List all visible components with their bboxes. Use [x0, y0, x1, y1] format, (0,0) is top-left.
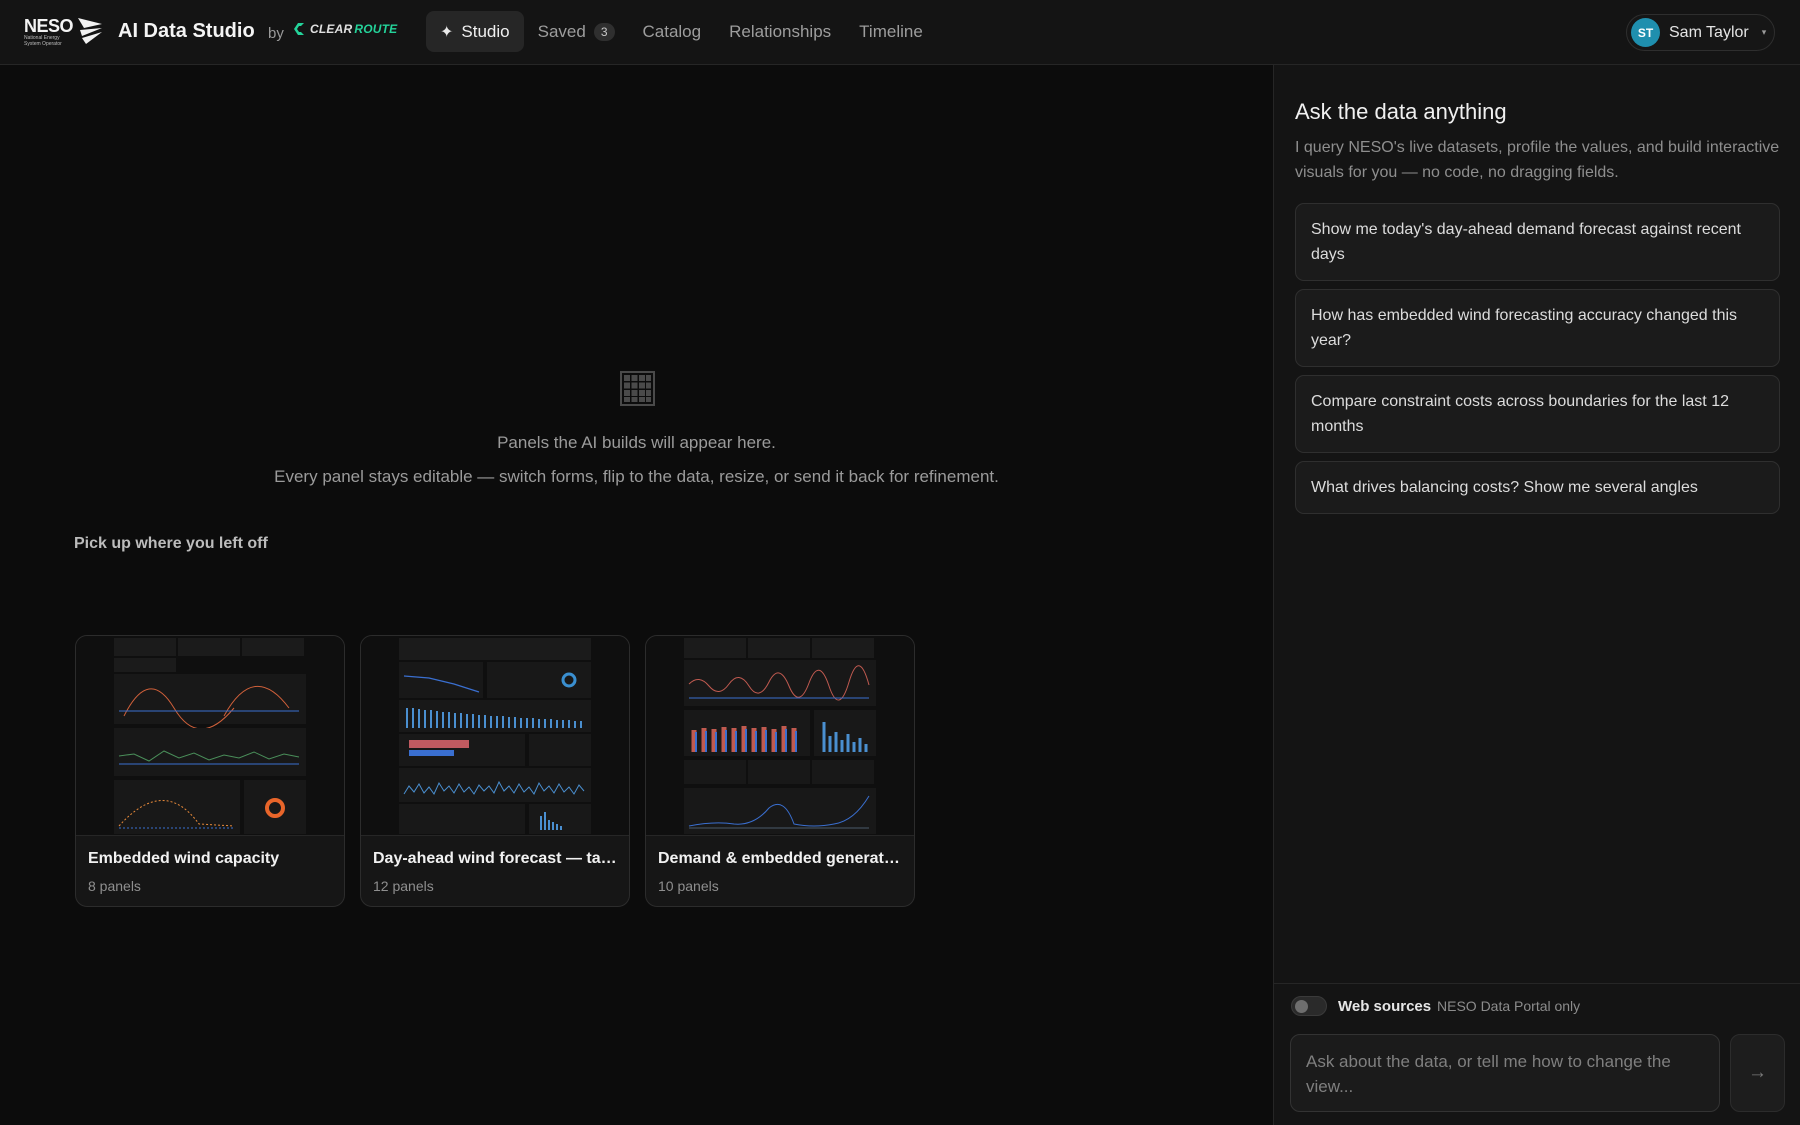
- top-bar: NESO National Energy System Operator AI …: [0, 0, 1800, 65]
- dashboard-thumbnail: [76, 636, 344, 836]
- chat-panel-description: I query NESO's live datasets, profile th…: [1295, 139, 1780, 181]
- saved-count-badge: 3: [593, 22, 615, 41]
- nav-tab-relationships[interactable]: Relationships: [715, 11, 845, 52]
- sparkle-icon: ✦: [440, 23, 454, 41]
- main-nav: ✦ Studio Saved 3 Catalog Relationships T…: [426, 11, 937, 52]
- arrow-right-icon: →: [1748, 1062, 1767, 1083]
- nav-tab-studio[interactable]: ✦ Studio: [426, 11, 524, 52]
- clearroute-text-part1: CLEAR: [310, 22, 353, 36]
- avatar: ST: [1631, 18, 1660, 47]
- recent-section-title: Pick up where you left off: [74, 535, 268, 552]
- dashboard-name: Demand & embedded generatio...: [658, 850, 904, 867]
- recent-dashboard-card[interactable]: Day-ahead wind forecast — targ... 12 pan…: [360, 635, 630, 907]
- studio-canvas: Panels the AI builds will appear here. E…: [0, 65, 1273, 1125]
- nav-tab-label: Saved: [537, 21, 586, 41]
- suggestion-button[interactable]: How has embedded wind forecasting accura…: [1295, 289, 1780, 367]
- panel-count: 8 panels: [88, 878, 141, 894]
- suggestion-button[interactable]: Compare constraint costs across boundari…: [1295, 375, 1780, 453]
- dashboard-thumbnail: [361, 636, 629, 836]
- empty-state-description: Every panel stays editable — switch form…: [274, 467, 999, 486]
- chat-panel: Ask the data anything I query NESO's liv…: [1273, 65, 1800, 1125]
- logo-wordmark: NESO: [24, 16, 74, 36]
- nav-tab-catalog[interactable]: Catalog: [629, 11, 716, 52]
- by-label: by: [268, 25, 284, 42]
- chat-panel-title: Ask the data anything: [1295, 99, 1507, 124]
- web-sources-toggle[interactable]: [1291, 996, 1327, 1016]
- user-menu-button[interactable]: ST Sam Taylor ▾: [1626, 14, 1775, 51]
- nav-tab-label: Relationships: [729, 21, 832, 41]
- suggestion-button[interactable]: What drives balancing costs? Show me sev…: [1295, 461, 1780, 514]
- nav-tab-timeline[interactable]: Timeline: [845, 11, 937, 52]
- clearroute-text-part2: ROUTE: [354, 22, 398, 36]
- nav-tab-label: Timeline: [859, 21, 923, 41]
- nav-tab-label: Catalog: [642, 21, 702, 41]
- flag-icon: [78, 18, 102, 44]
- nav-tab-saved[interactable]: Saved 3: [524, 11, 629, 52]
- chat-input[interactable]: Ask about the data, or tell me how to ch…: [1290, 1034, 1720, 1112]
- dashboard-name: Day-ahead wind forecast — targ...: [373, 850, 619, 867]
- clearroute-mark-icon: [294, 23, 304, 35]
- neso-logo[interactable]: NESO National Energy System Operator: [24, 14, 104, 50]
- logo-subtitle-line2: System Operator: [24, 41, 62, 47]
- panel-count: 12 panels: [373, 878, 434, 894]
- toggle-knob: [1295, 1000, 1308, 1013]
- dashboard-thumbnail: [646, 636, 914, 836]
- web-sources-note: NESO Data Portal only: [1437, 998, 1581, 1014]
- send-button[interactable]: →: [1730, 1034, 1785, 1112]
- grid-icon: [620, 371, 655, 406]
- web-sources-label: Web sources: [1338, 998, 1432, 1015]
- user-name: Sam Taylor: [1669, 23, 1749, 41]
- chevron-down-icon: ▾: [1761, 27, 1767, 37]
- chat-composer: Web sources NESO Data Portal only Ask ab…: [1274, 983, 1800, 1125]
- nav-tab-label: Studio: [461, 21, 510, 41]
- recent-dashboard-card[interactable]: Embedded wind capacity 8 panels: [75, 635, 345, 907]
- clearroute-logo: CLEAR ROUTE: [292, 21, 397, 37]
- recent-dashboard-card[interactable]: Demand & embedded generatio... 10 panels: [645, 635, 915, 907]
- dashboard-name: Embedded wind capacity: [88, 850, 280, 867]
- panel-count: 10 panels: [658, 878, 719, 894]
- app-title: AI Data Studio: [118, 20, 255, 42]
- empty-state-title: Panels the AI builds will appear here.: [497, 433, 776, 452]
- suggestion-button[interactable]: Show me today's day-ahead demand forecas…: [1295, 203, 1780, 281]
